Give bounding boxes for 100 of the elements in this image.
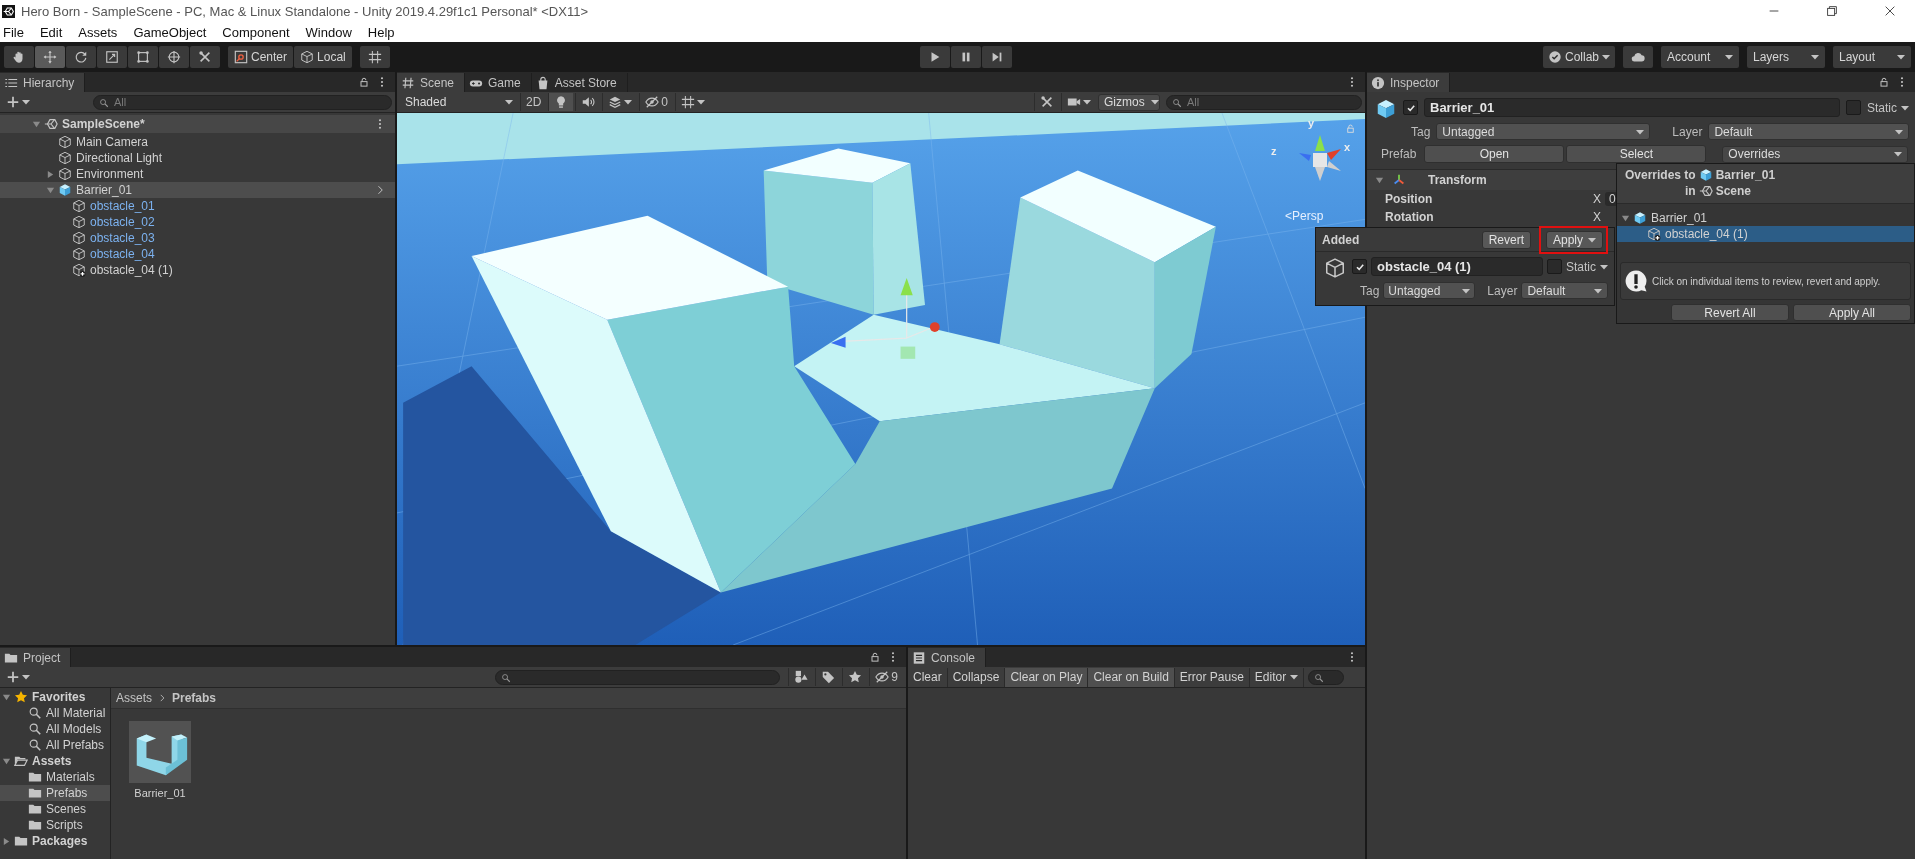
console-toggle-button[interactable]: Clear on Build <box>1088 667 1175 687</box>
shading-dropdown[interactable]: Shaded <box>400 93 518 111</box>
override-item[interactable]: Barrier_01 <box>1617 210 1914 226</box>
cloud-button[interactable] <box>1623 46 1653 68</box>
hierarchy-item[interactable]: Barrier_01 <box>0 182 395 198</box>
hierarchy-item[interactable]: obstacle_04 <box>0 246 395 262</box>
foldout-arrow-icon[interactable] <box>1 756 11 766</box>
foldout-arrow-icon[interactable] <box>31 119 41 129</box>
playback-button[interactable] <box>920 46 951 68</box>
menu-item[interactable]: File <box>3 24 31 40</box>
hidden-objects-button[interactable]: 0 <box>639 93 674 111</box>
project-tree-item[interactable]: All Models <box>0 721 110 737</box>
foldout-arrow-icon[interactable] <box>1620 213 1630 223</box>
menu-item[interactable]: Help <box>367 24 402 40</box>
tag-dropdown[interactable]: Untagged <box>1383 282 1476 299</box>
prefab-button[interactable]: Select <box>1566 145 1707 163</box>
hierarchy-item[interactable]: Environment <box>0 166 395 182</box>
close-icon[interactable] <box>1883 4 1897 18</box>
lock-icon[interactable] <box>358 76 370 88</box>
lighting-button[interactable] <box>548 93 574 111</box>
hidden-packages-button[interactable]: 9 <box>869 668 903 686</box>
tool-button[interactable] <box>128 46 158 68</box>
foldout-arrow-icon[interactable] <box>45 185 55 195</box>
console-toggle-button[interactable]: Clear on Play <box>1005 667 1089 687</box>
name-field[interactable]: obstacle_04 (1) <box>1371 257 1543 276</box>
menu-item[interactable]: Edit <box>39 24 70 40</box>
search-field[interactable] <box>495 669 781 685</box>
grid-snap-button[interactable] <box>359 46 390 68</box>
project-tree-item[interactable]: Favorites <box>0 689 110 705</box>
tool-button[interactable] <box>4 46 34 68</box>
search-field[interactable]: All <box>1166 94 1362 110</box>
lock-icon[interactable] <box>869 651 881 663</box>
foldout-arrow-icon[interactable] <box>1375 175 1384 185</box>
account-dropdown[interactable]: Account <box>1661 46 1739 68</box>
gizmos-dropdown[interactable]: Gizmos <box>1098 93 1160 111</box>
menu-item[interactable]: GameObject <box>133 24 214 40</box>
breadcrumb-item[interactable]: Assets <box>116 691 152 705</box>
tool-button[interactable] <box>97 46 127 68</box>
layers-dropdown[interactable]: Layers <box>1747 46 1825 68</box>
tag-dropdown[interactable]: Untagged <box>1436 123 1651 140</box>
name-field[interactable]: Barrier_01 <box>1424 98 1840 117</box>
hierarchy-item[interactable]: SampleScene* <box>0 115 395 133</box>
project-tree-item[interactable]: Assets <box>0 753 110 769</box>
prefab-button[interactable]: Open <box>1424 145 1565 163</box>
layout-dropdown[interactable]: Layout <box>1833 46 1911 68</box>
hierarchy-item[interactable]: obstacle_01 <box>0 198 395 214</box>
tool-button[interactable] <box>35 46 65 68</box>
project-tree-item[interactable]: Packages <box>0 833 110 849</box>
hierarchy-item[interactable]: obstacle_04 (1) <box>0 262 395 278</box>
project-tree-item[interactable]: Scenes <box>0 801 110 817</box>
hierarchy-item[interactable]: Main Camera <box>0 134 395 150</box>
static-dropdown[interactable]: Static <box>1867 98 1909 117</box>
static-dropdown[interactable]: Static <box>1566 257 1608 276</box>
active-checkbox[interactable] <box>1403 100 1418 115</box>
project-tree-item[interactable]: All Prefabs <box>0 737 110 753</box>
menu-item[interactable]: Window <box>305 24 359 40</box>
hierarchy-tab[interactable]: Hierarchy <box>0 73 86 92</box>
project-tree-item[interactable]: All Material <box>0 705 110 721</box>
view-tab[interactable]: Scene <box>397 73 466 92</box>
override-action-button[interactable]: Revert All <box>1671 304 1789 321</box>
project-tree-item[interactable]: Scripts <box>0 817 110 833</box>
collab-dropdown[interactable]: Collab <box>1543 46 1615 68</box>
static-checkbox[interactable] <box>1846 100 1861 115</box>
tool-button[interactable] <box>66 46 96 68</box>
layer-dropdown[interactable]: Default <box>1521 282 1608 299</box>
pivot-mode-button[interactable]: Center <box>228 46 294 68</box>
pivot-rotation-button[interactable]: Local <box>294 46 352 68</box>
playback-button[interactable] <box>982 46 1013 68</box>
override-action-button[interactable]: Apply All <box>1793 304 1911 321</box>
search-field[interactable]: All <box>93 94 392 110</box>
menu-item[interactable]: Assets <box>78 24 125 40</box>
menu-item[interactable]: Component <box>222 24 297 40</box>
inspector-tab[interactable]: Inspector <box>1367 73 1451 92</box>
search-field[interactable] <box>1308 669 1345 685</box>
restore-icon[interactable] <box>1825 4 1839 18</box>
static-checkbox[interactable] <box>1547 259 1562 274</box>
foldout-arrow-icon[interactable] <box>1 692 11 702</box>
tag-label: Tag <box>1410 124 1431 139</box>
project-tree-item[interactable]: Prefabs <box>0 785 110 801</box>
console-tab[interactable]: Console <box>908 648 987 667</box>
tool-button[interactable] <box>190 46 220 68</box>
hierarchy-item[interactable]: obstacle_03 <box>0 230 395 246</box>
tool-button[interactable] <box>159 46 189 68</box>
lock-icon[interactable] <box>1878 76 1890 88</box>
u-shape-prefab-thumbnail[interactable] <box>129 721 191 783</box>
revert-button[interactable]: Revert <box>1481 230 1531 249</box>
active-checkbox[interactable] <box>1352 259 1367 274</box>
override-item[interactable]: obstacle_04 (1) <box>1617 226 1914 242</box>
mode-2d-button[interactable]: 2D <box>520 93 547 111</box>
project-tab[interactable]: Project <box>0 648 72 667</box>
project-tree-item[interactable]: Materials <box>0 769 110 785</box>
overrides-dropdown[interactable]: Overrides <box>1722 145 1908 163</box>
foldout-arrow-icon[interactable] <box>45 169 55 179</box>
playback-button[interactable] <box>951 46 982 68</box>
hierarchy-item[interactable]: obstacle_02 <box>0 214 395 230</box>
foldout-arrow-icon[interactable] <box>1 836 11 846</box>
breadcrumb-item[interactable]: Prefabs <box>172 691 217 705</box>
apply-dropdown[interactable]: Apply <box>1545 230 1603 249</box>
hierarchy-item[interactable]: Directional Light <box>0 150 395 166</box>
layer-dropdown[interactable]: Default <box>1708 123 1909 140</box>
